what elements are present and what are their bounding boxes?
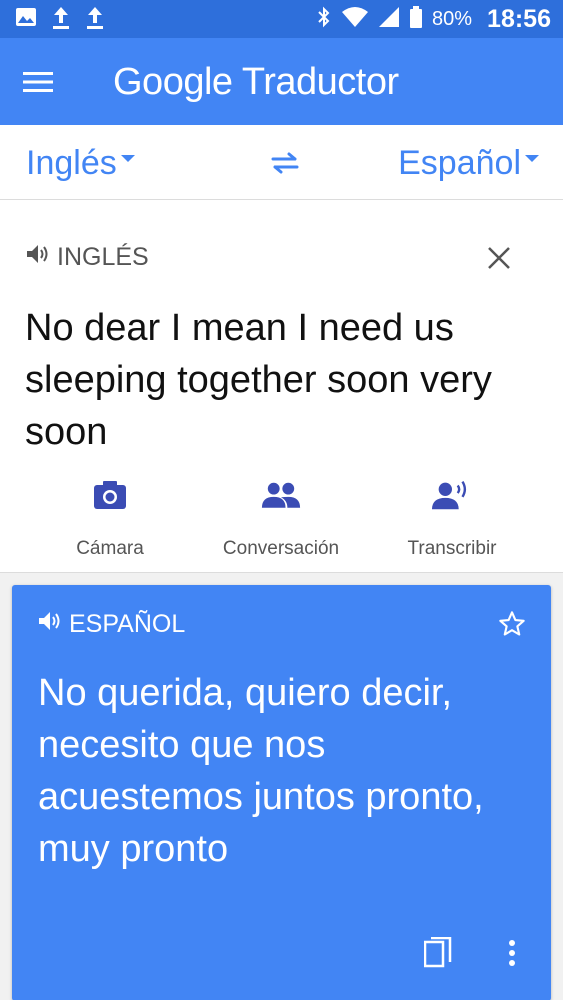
speaker-icon[interactable] <box>37 609 63 640</box>
upload-icon <box>50 4 72 35</box>
target-language-header: ESPAÑOL <box>37 609 185 639</box>
conversation-icon <box>261 478 301 512</box>
source-text[interactable]: No dear I mean I need us sleeping togeth… <box>25 302 535 458</box>
speaker-icon[interactable] <box>25 242 51 273</box>
battery-icon <box>409 5 423 34</box>
conversation-button[interactable]: Conversación <box>201 478 361 568</box>
target-language-selector[interactable]: Español <box>398 143 539 183</box>
dropdown-caret-icon <box>525 154 539 162</box>
clock: 18:56 <box>487 4 551 33</box>
camera-label: Cámara <box>76 538 144 559</box>
conversation-label: Conversación <box>222 538 340 559</box>
status-bar: 80% 18:56 <box>0 0 563 38</box>
source-language-header: INGLÉS <box>25 242 149 272</box>
menu-icon[interactable] <box>18 62 58 102</box>
close-icon[interactable] <box>483 242 515 274</box>
source-language-selector[interactable]: Inglés <box>26 143 135 183</box>
transcribe-label: Transcribir <box>407 538 497 559</box>
app-title: Google Traductor <box>113 61 399 103</box>
star-icon[interactable] <box>495 607 529 641</box>
app-bar: Google Traductor <box>0 38 563 125</box>
input-tools: Cámara Conversación Transcribir <box>0 478 563 568</box>
target-language-label: Español <box>398 143 521 182</box>
transcribe-icon <box>432 478 472 512</box>
language-bar: Inglés Español <box>0 125 563 200</box>
transcribe-button[interactable]: Transcribir <box>372 478 532 568</box>
wifi-icon <box>341 6 369 33</box>
camera-icon <box>90 478 130 512</box>
more-options-icon[interactable] <box>498 933 526 973</box>
signal-icon <box>378 6 400 33</box>
battery-percent: 80% <box>432 7 473 30</box>
swap-icon[interactable] <box>265 145 305 181</box>
upload-icon <box>84 4 106 35</box>
bluetooth-icon <box>316 5 332 34</box>
camera-button[interactable]: Cámara <box>30 478 190 568</box>
copy-icon[interactable] <box>420 933 456 973</box>
result-area: ESPAÑOL No querida, quiero decir, necesi… <box>0 572 563 1000</box>
target-language-name: ESPAÑOL <box>69 609 186 638</box>
image-icon <box>14 5 38 34</box>
source-language-label: Inglés <box>26 143 117 182</box>
translation-text: No querida, quiero decir, necesito que n… <box>38 672 484 870</box>
translation-card: ESPAÑOL No querida, quiero decir, necesi… <box>12 585 551 1000</box>
dropdown-caret-icon <box>120 154 135 162</box>
source-language-name: INGLÉS <box>57 242 149 271</box>
